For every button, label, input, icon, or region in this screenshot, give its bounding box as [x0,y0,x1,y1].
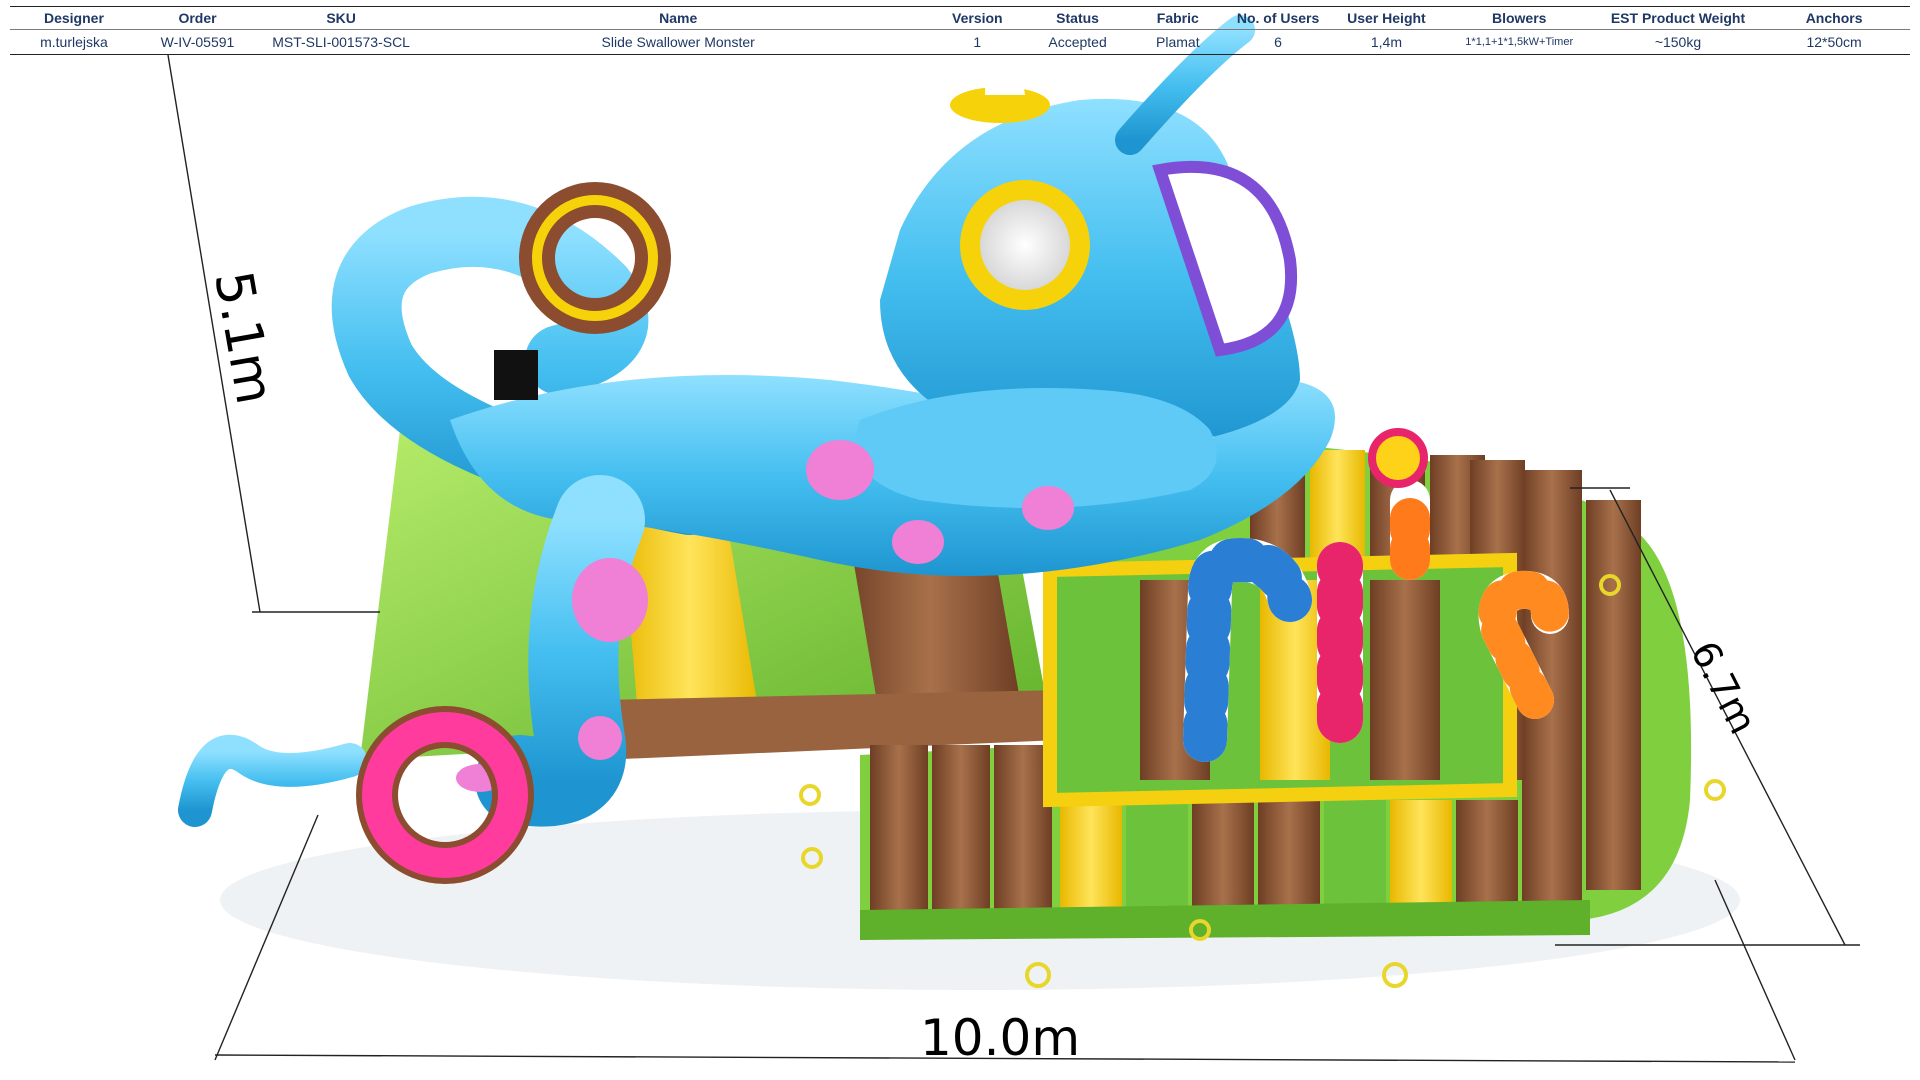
header-blowers: Blowers [1440,6,1598,30]
cell-designer: m.turlejska [10,29,138,55]
header-designer: Designer [10,6,138,30]
spec-header-row: Designer Order SKU Name Version Status F… [10,6,1910,30]
product-render: 5.1m 6.7m 10.0m [167,15,1860,1067]
dimension-depth-label: 6.7m [1682,634,1765,741]
header-version: Version [931,6,1024,30]
header-status: Status [1023,6,1132,30]
header-users: No. of Users [1223,6,1333,30]
header-anchors: Anchors [1758,6,1910,30]
cell-weight: ~150kg [1597,29,1759,55]
cell-user-height: 1,4m [1332,29,1441,55]
blower-box [494,350,538,400]
cell-blowers: 1*1,1+1*1,5kW+Timer [1440,29,1598,55]
cell-name: Slide Swallower Monster [425,29,932,55]
header-order: Order [137,6,258,30]
spec-table: Designer Order SKU Name Version Status F… [10,6,1910,55]
cell-status: Accepted [1023,29,1132,55]
dimension-height-label: 5.1m [202,267,284,409]
header-fabric: Fabric [1131,6,1224,30]
spec-data-row: m.turlejska W-IV-05591 MST-SLI-001573-SC… [10,29,1910,55]
header-user-height: User Height [1332,6,1441,30]
dimension-width-label: 10.0m [920,1009,1080,1067]
header-name: Name [425,6,932,30]
cell-order: W-IV-05591 [137,29,258,55]
cell-fabric: Plamat [1131,29,1224,55]
header-weight: EST Product Weight [1597,6,1759,30]
header-sku: SKU [257,6,426,30]
cell-sku: MST-SLI-001573-SCL [257,29,426,55]
cell-users: 6 [1223,29,1333,55]
cell-anchors: 12*50cm [1758,29,1910,55]
cell-version: 1 [931,29,1024,55]
